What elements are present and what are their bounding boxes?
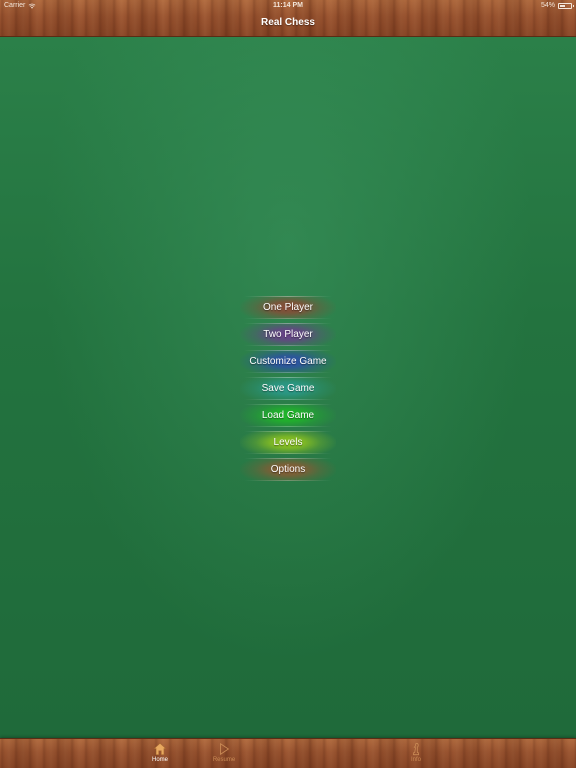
load-game-label: Load Game bbox=[261, 410, 315, 421]
two-player-button[interactable]: Two Player bbox=[240, 323, 336, 346]
battery-percent: 54% bbox=[540, 2, 555, 9]
info-icon bbox=[412, 742, 420, 756]
home-icon bbox=[153, 742, 167, 755]
battery-indicator: 54% bbox=[540, 2, 574, 9]
tab-bar: Home Resume Info bbox=[0, 739, 576, 768]
page-title: Real Chess bbox=[261, 17, 315, 28]
tab-info-label: Info bbox=[410, 757, 421, 763]
one-player-button[interactable]: One Player bbox=[240, 296, 336, 319]
tab-home-label: Home bbox=[151, 757, 168, 763]
levels-button[interactable]: Levels bbox=[240, 431, 336, 454]
customize-game-label: Customize Game bbox=[249, 356, 327, 367]
tab-resume[interactable]: Resume bbox=[204, 742, 244, 763]
app-screen: Carrier 11:14 PM 54% Real Chess One Play… bbox=[0, 0, 576, 768]
play-icon bbox=[220, 742, 230, 756]
levels-label: Levels bbox=[273, 437, 303, 448]
status-bar: Carrier 11:14 PM 54% bbox=[0, 0, 576, 12]
battery-fill bbox=[560, 4, 566, 7]
tab-home[interactable]: Home bbox=[140, 742, 180, 763]
one-player-label: One Player bbox=[262, 302, 314, 313]
two-player-label: Two Player bbox=[263, 329, 313, 340]
tab-resume-label: Resume bbox=[212, 757, 236, 763]
battery-icon bbox=[558, 2, 574, 9]
load-game-button[interactable]: Load Game bbox=[240, 404, 336, 427]
save-game-button[interactable]: Save Game bbox=[240, 377, 336, 400]
top-navigation-bar: Carrier 11:14 PM 54% Real Chess bbox=[0, 0, 576, 36]
save-game-label: Save Game bbox=[261, 383, 315, 394]
options-button[interactable]: Options bbox=[240, 458, 336, 481]
tab-info[interactable]: Info bbox=[396, 742, 436, 763]
main-menu: One Player Two Player Customize Game Sav… bbox=[240, 296, 336, 485]
options-label: Options bbox=[270, 464, 306, 475]
customize-game-button[interactable]: Customize Game bbox=[240, 350, 336, 373]
status-time: 11:14 PM bbox=[273, 2, 303, 9]
